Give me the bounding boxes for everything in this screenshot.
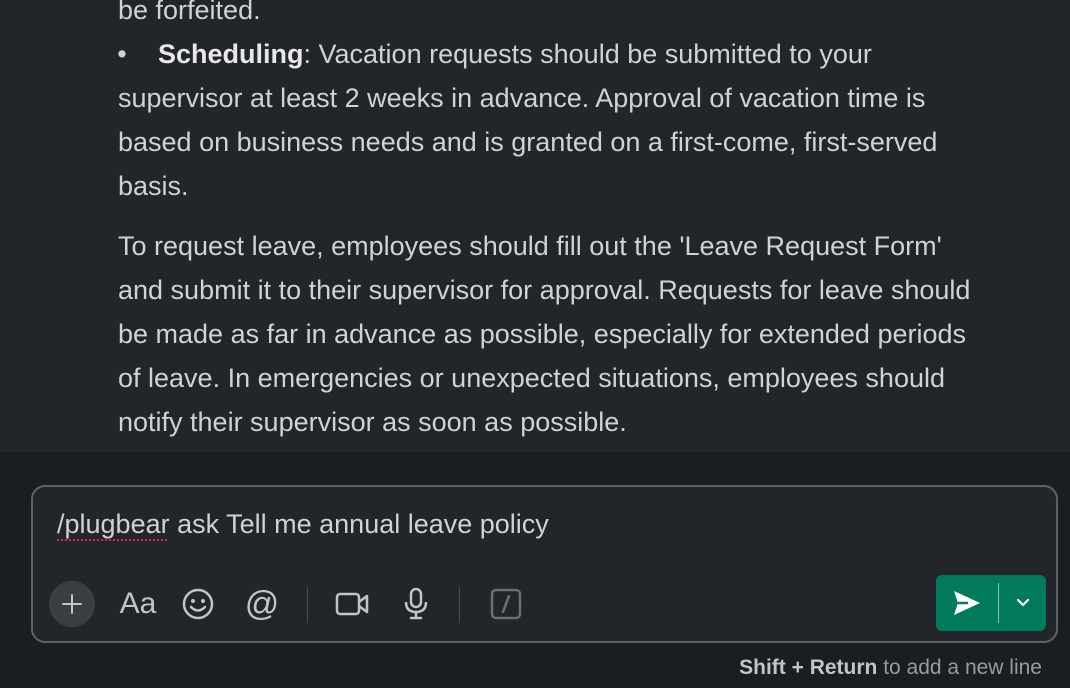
send-button[interactable] bbox=[936, 575, 998, 631]
bullet-text: basis. bbox=[118, 171, 189, 201]
toolbar-divider bbox=[307, 587, 308, 623]
hint-text: to add a new line bbox=[877, 656, 1042, 679]
hint-keys: Shift + Return bbox=[739, 656, 878, 679]
paragraph-line: be made as far in advance as possible, e… bbox=[118, 319, 967, 349]
format-text-button[interactable]: Aa bbox=[111, 581, 165, 627]
video-icon[interactable] bbox=[329, 581, 375, 627]
message-composer[interactable]: /plugbear ask Tell me annual leave polic… bbox=[31, 485, 1058, 643]
bullet-item-scheduling: • Scheduling: Vacation requests should b… bbox=[117, 32, 1058, 208]
emoji-icon[interactable] bbox=[175, 581, 221, 627]
send-icon bbox=[954, 591, 980, 615]
chevron-down-icon bbox=[1016, 598, 1029, 607]
plus-icon[interactable] bbox=[49, 581, 95, 627]
mention-button[interactable]: @ bbox=[239, 581, 285, 627]
slash-command-text: /plugbear bbox=[57, 509, 170, 539]
message-body: be forfeited. • Scheduling: Vacation req… bbox=[117, 0, 1058, 444]
new-line-hint: Shift + Return to add a new line bbox=[739, 656, 1042, 680]
composer-area: /plugbear ask Tell me annual leave polic… bbox=[0, 452, 1070, 688]
paragraph-line: and submit it to their supervisor for ap… bbox=[118, 275, 971, 305]
schedule-send-dropdown[interactable] bbox=[999, 575, 1046, 631]
bullet-title: Scheduling bbox=[158, 39, 304, 69]
paragraph-line: of leave. In emergencies or unexpected s… bbox=[118, 363, 945, 393]
bullet-text: based on business needs and is granted o… bbox=[118, 127, 938, 157]
toolbar-divider bbox=[459, 587, 460, 623]
message-input[interactable]: /plugbear ask Tell me annual leave polic… bbox=[57, 509, 549, 540]
slash-command-icon[interactable] bbox=[483, 581, 529, 627]
message-area: be forfeited. • Scheduling: Vacation req… bbox=[0, 0, 1070, 452]
send-button-group bbox=[936, 575, 1046, 631]
paragraph-line: notify their supervisor as soon as possi… bbox=[118, 407, 627, 437]
microphone-icon[interactable] bbox=[393, 581, 439, 627]
bullet-marker: • bbox=[117, 39, 127, 69]
message-paragraph: To request leave, employees should fill … bbox=[118, 224, 1058, 444]
composer-toolbar: Aa @ bbox=[49, 581, 1039, 627]
paragraph-line: To request leave, employees should fill … bbox=[118, 231, 942, 261]
message-line: be forfeited. bbox=[118, 0, 261, 25]
bullet-text: supervisor at least 2 weeks in advance. … bbox=[118, 83, 926, 113]
input-text: ask Tell me annual leave policy bbox=[169, 509, 549, 539]
bullet-text: : Vacation requests should be submitted … bbox=[303, 39, 872, 69]
